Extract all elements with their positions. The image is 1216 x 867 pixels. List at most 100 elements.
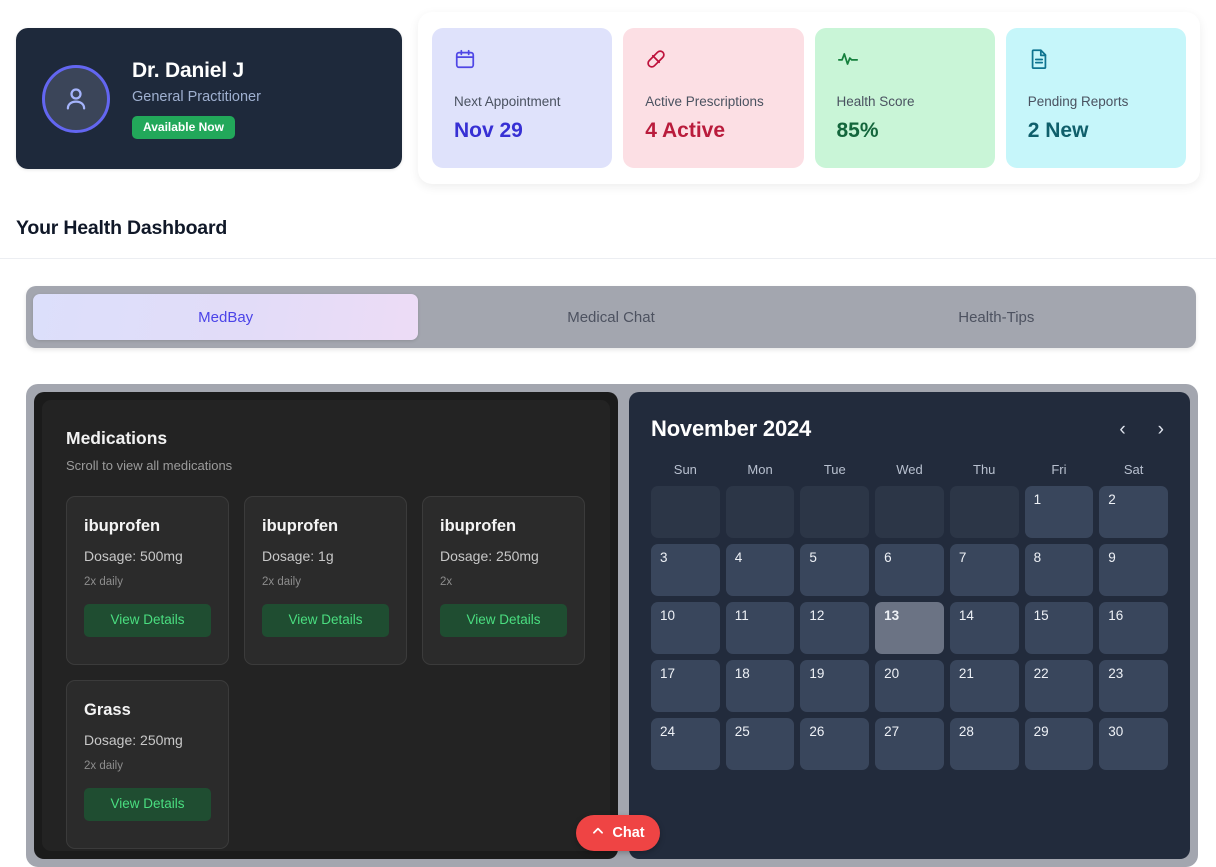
avatar (42, 64, 110, 133)
calendar-day-cell[interactable]: 8 (1024, 543, 1094, 596)
calendar-day-cell[interactable]: 25 (725, 717, 795, 770)
medication-name: Grass (84, 700, 131, 719)
calendar-day-cell[interactable]: 3 (651, 543, 720, 596)
medication-name: ibuprofen (262, 516, 339, 535)
view-details-button[interactable]: View Details (262, 603, 389, 637)
medication-dosage: Dosage: 1g (262, 548, 334, 565)
calendar-panel: November 2024 ‹ › Sun Mon Tue Wed Thu Fri Sat … (629, 392, 1190, 859)
medications-title: Medications (66, 428, 168, 448)
medication-frequency: 2x daily (84, 576, 123, 589)
tab-label: Medical Chat (567, 308, 655, 326)
calendar-day-cell[interactable]: 27 (875, 717, 944, 770)
view-details-button[interactable]: View Details (84, 603, 211, 637)
view-details-button[interactable]: View Details (440, 603, 567, 637)
calendar-day-cell[interactable]: 21 (949, 659, 1019, 712)
medication-dosage: Dosage: 500mg (84, 548, 183, 565)
calendar-empty-cell (949, 485, 1019, 538)
tab-medical-chat[interactable]: Medical Chat (418, 294, 803, 340)
activity-pulse-icon (837, 48, 995, 72)
calendar-day-cell[interactable]: 19 (800, 659, 870, 712)
calendar-empty-cell (651, 485, 720, 538)
stat-label: Active Prescriptions (645, 94, 764, 109)
calendar-nav: ‹ › (1115, 418, 1168, 441)
chat-toggle-button[interactable]: Chat (576, 815, 660, 851)
tab-medbay[interactable]: MedBay (33, 294, 419, 340)
medication-card: Grass Dosage: 250mg 2x daily View Details (66, 679, 229, 849)
doctor-profile-card: Dr. Daniel J General Practitioner Availa… (16, 28, 402, 169)
medication-frequency: 2x (440, 576, 453, 589)
calendar-day-cell[interactable]: 17 (651, 659, 720, 712)
calendar-icon (454, 48, 612, 72)
calendar-month-title: November 2024 (651, 416, 812, 441)
pill-icon (645, 48, 803, 72)
calendar-day-cell[interactable]: 20 (875, 659, 944, 712)
calendar-day-cell[interactable]: 28 (949, 717, 1019, 770)
medications-subtitle: Scroll to view all medications (66, 458, 233, 473)
status-badge: Available Now (132, 115, 235, 139)
chevron-left-icon[interactable]: ‹ (1115, 418, 1129, 441)
tab-health-tips[interactable]: Health-Tips (804, 294, 1189, 340)
medication-name: ibuprofen (440, 516, 517, 535)
stat-card-pending-reports[interactable]: Pending Reports 2 New (1005, 28, 1186, 168)
calendar-day-today[interactable]: 13 (875, 601, 944, 654)
calendar-day-cell[interactable]: 10 (651, 601, 720, 654)
calendar-day-cell[interactable]: 30 (1099, 717, 1168, 770)
calendar-empty-cell (800, 485, 870, 538)
calendar-day-cell[interactable]: 1 (1024, 485, 1094, 538)
stat-card-next-appointment[interactable]: Next Appointment Nov 29 (432, 28, 613, 168)
medication-card: ibuprofen Dosage: 250mg 2x View Details (422, 495, 585, 665)
medication-frequency: 2x daily (84, 760, 123, 773)
chevron-right-icon[interactable]: › (1154, 418, 1168, 441)
calendar-grid: 1 2 3 4 5 6 7 8 9 10 11 12 13 14 15 16 17 18 19 20 21 22 23 24 2… (651, 485, 1168, 770)
medications-inner: Medications Scroll to view all medicatio… (42, 400, 610, 851)
stat-label: Pending Reports (1027, 94, 1129, 109)
tab-bar: MedBay Medical Chat Health-Tips (26, 286, 1196, 348)
calendar-weekday: Sun (673, 462, 697, 478)
doctor-name: Dr. Daniel J (132, 59, 244, 83)
calendar-day-cell[interactable]: 15 (1024, 601, 1094, 654)
tab-label: Health-Tips (958, 308, 1035, 326)
calendar-day-cell[interactable]: 7 (949, 543, 1019, 596)
medication-card: ibuprofen Dosage: 1g 2x daily View Details (244, 495, 407, 665)
header-divider (0, 258, 1216, 259)
page-title: Your Health Dashboard (16, 217, 228, 239)
medication-card: ibuprofen Dosage: 500mg 2x daily View Detai… (66, 495, 229, 665)
medication-dosage: Dosage: 250mg (440, 548, 539, 565)
calendar-header: November 2024 ‹ › (651, 416, 1168, 442)
calendar-weekday: Fri (1051, 462, 1067, 478)
document-icon (1028, 48, 1186, 72)
medication-frequency: 2x daily (262, 576, 301, 589)
chevron-up-icon (591, 824, 605, 842)
calendar-day-cell[interactable]: 6 (875, 543, 944, 596)
calendar-day-cell[interactable]: 26 (800, 717, 870, 770)
medication-dosage: Dosage: 250mg (84, 732, 183, 749)
calendar-day-cell[interactable]: 12 (800, 601, 870, 654)
stat-card-health-score[interactable]: Health Score 85% (814, 28, 995, 168)
calendar-day-cell[interactable]: 16 (1099, 601, 1168, 654)
calendar-day-cell[interactable]: 4 (725, 543, 795, 596)
chat-label: Chat (612, 825, 645, 841)
stat-card-active-prescriptions[interactable]: Active Prescriptions 4 Active (623, 28, 804, 168)
calendar-day-cell[interactable]: 29 (1024, 717, 1094, 770)
view-details-button[interactable]: View Details (84, 787, 211, 821)
calendar-day-cell[interactable]: 11 (725, 601, 795, 654)
stat-value: Nov 29 (454, 119, 523, 143)
stat-label: Next Appointment (454, 94, 561, 109)
calendar-day-cell[interactable]: 23 (1099, 659, 1168, 712)
calendar-weekday: Tue (823, 462, 846, 478)
calendar-day-cell[interactable]: 24 (651, 717, 720, 770)
tab-label: MedBay (198, 308, 254, 326)
calendar-weekday: Mon (747, 462, 773, 478)
calendar-weekday: Wed (896, 462, 923, 478)
stat-value: 4 Active (645, 119, 726, 143)
calendar-day-cell[interactable]: 5 (800, 543, 870, 596)
stat-label: Health Score (836, 94, 915, 109)
calendar-day-cell[interactable]: 18 (725, 659, 795, 712)
calendar-empty-cell (725, 485, 795, 538)
calendar-day-cell[interactable]: 14 (949, 601, 1019, 654)
calendar-weekday: Sat (1123, 462, 1144, 478)
calendar-day-cell[interactable]: 22 (1024, 659, 1094, 712)
calendar-day-cell[interactable]: 2 (1099, 485, 1168, 538)
calendar-day-cell[interactable]: 9 (1099, 543, 1168, 596)
calendar-weekday: Thu (973, 462, 996, 478)
